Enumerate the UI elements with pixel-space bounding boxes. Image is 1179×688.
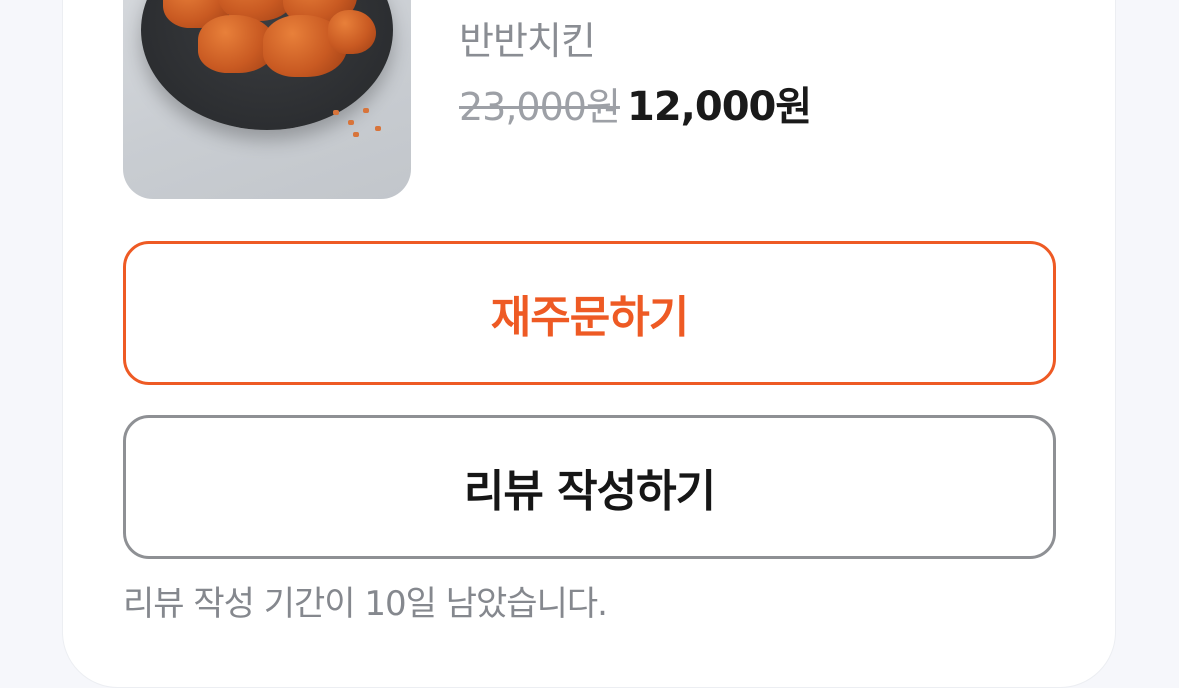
original-price: 23,000원: [459, 85, 621, 129]
crumb: [333, 110, 339, 115]
product-image[interactable]: [123, 0, 411, 199]
chicken-piece: [328, 10, 376, 54]
crumb: [348, 120, 354, 125]
product-name: 반반치킨: [459, 19, 596, 63]
crumb: [375, 126, 381, 131]
crumb: [353, 132, 359, 137]
reorder-button-label: 재주문하기: [490, 292, 689, 343]
write-review-button-label: 리뷰 작성하기: [463, 466, 716, 517]
crumb: [363, 108, 369, 113]
sale-price: 12,000원: [627, 84, 812, 130]
write-review-button[interactable]: 리뷰 작성하기: [123, 415, 1056, 559]
review-period-notice: 리뷰 작성 기간이 10일 남았습니다.: [123, 584, 608, 624]
reorder-button[interactable]: 재주문하기: [123, 241, 1056, 385]
